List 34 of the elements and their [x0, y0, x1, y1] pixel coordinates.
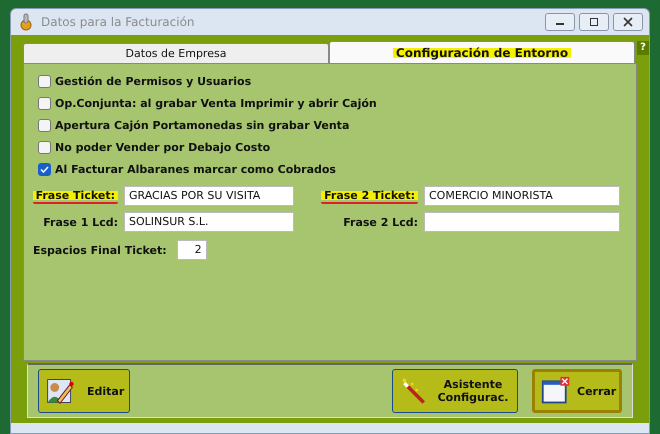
text-field[interactable]: GRACIAS POR SU VISITA — [124, 186, 294, 206]
minimize-button[interactable] — [545, 13, 575, 31]
checkbox-label: Apertura Cajón Portamonedas sin grabar Venta — [55, 118, 350, 132]
maximize-button[interactable] — [579, 13, 609, 31]
checkbox[interactable] — [38, 96, 51, 110]
text-field[interactable] — [424, 212, 620, 232]
tab[interactable]: Configuración de Entorno — [329, 41, 635, 63]
text-field[interactable]: SOLINSUR S.L. — [124, 212, 294, 232]
action-button[interactable]: Editar — [38, 369, 130, 413]
checkbox[interactable] — [38, 118, 51, 132]
tab[interactable]: Datos de Empresa — [23, 43, 329, 63]
window-title: Datos para la Facturación — [41, 15, 196, 29]
text-field[interactable]: COMERCIO MINORISTA — [424, 186, 620, 206]
checkbox-label: Gestión de Permisos y Usuarios — [55, 74, 252, 88]
checkbox[interactable] — [38, 140, 51, 154]
maximize-icon — [588, 17, 600, 27]
checkbox-label: Op.Conjunta: al grabar Venta Imprimir y abrir Cajón — [55, 96, 377, 110]
field-label: Frase Ticket: — [32, 188, 118, 204]
checkbox[interactable] — [38, 74, 51, 88]
user-edit-icon — [45, 376, 75, 406]
checkbox[interactable] — [38, 162, 51, 176]
window-close-icon — [541, 376, 571, 406]
field-label: Frase 2 Lcd: — [343, 216, 418, 228]
field-label: Espacios Final Ticket: — [33, 244, 167, 256]
checkbox-label: No poder Vender por Debajo Costo — [55, 140, 270, 154]
help-button[interactable]: ? — [637, 41, 649, 55]
checkbox-label: Al Facturar Albaranes marcar como Cobrados — [55, 162, 336, 176]
close-button[interactable] — [613, 13, 643, 31]
field-label: Frase 2 Ticket: — [321, 188, 418, 204]
number-field[interactable]: 2 — [176, 240, 207, 260]
action-button[interactable]: Asistente Configurac. — [392, 369, 518, 413]
action-button[interactable]: Cerrar — [532, 369, 622, 413]
field-label: Frase 1 Lcd: — [43, 216, 118, 228]
close-icon — [622, 17, 634, 27]
